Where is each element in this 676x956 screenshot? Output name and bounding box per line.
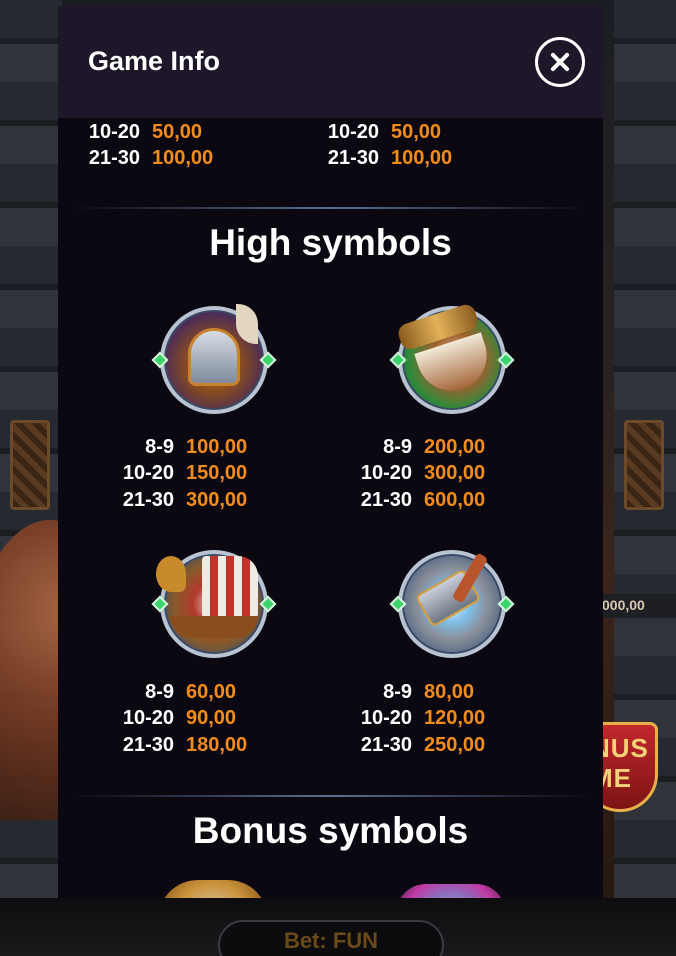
pay-value: 60,00 <box>186 681 237 703</box>
pay-row: 8-9 100,00 <box>102 436 247 462</box>
pay-value: 90,00 <box>186 707 237 729</box>
pay-count: 10-20 <box>360 462 412 484</box>
bonus-coin-icon <box>158 880 268 898</box>
pay-value: 200,00 <box>424 436 486 458</box>
rune-carving <box>624 420 664 510</box>
pay-count: 21-30 <box>360 489 412 511</box>
game-info-modal: Game Info 10-20 50,00 21-30 100,00 10-20… <box>58 6 603 898</box>
pay-count: 8-9 <box>145 436 174 458</box>
pay-value: 150,00 <box>186 462 248 484</box>
bonus-gem-icon <box>396 884 506 898</box>
pay-row: 8-9 60,00 <box>102 681 236 707</box>
pay-row: 21-30 300,00 <box>102 489 247 515</box>
pay-row: 10-20 300,00 <box>340 462 485 488</box>
bet-button[interactable]: Bet: FUN <box>218 920 444 956</box>
jackpot-meter: 000,00 <box>596 594 676 618</box>
pay-count: 8-9 <box>145 681 174 703</box>
rune-carving <box>10 420 50 510</box>
modal-scroll-content[interactable]: 10-20 50,00 21-30 100,00 10-20 50,00 21-… <box>58 118 603 898</box>
pay-value: 120,00 <box>424 707 486 729</box>
section-divider <box>72 795 589 797</box>
pay-count: 21-30 <box>122 734 174 756</box>
pay-value: 100,00 <box>391 147 453 169</box>
pay-row: 21-30 250,00 <box>340 734 485 760</box>
pay-row: 8-9 80,00 <box>340 681 474 707</box>
pay-count: 21-30 <box>88 147 140 169</box>
pay-value: 100,00 <box>186 436 248 458</box>
pay-value: 100,00 <box>152 147 214 169</box>
close-button[interactable] <box>535 37 585 87</box>
war-hammer-icon <box>389 542 515 666</box>
pay-value: 50,00 <box>391 121 442 143</box>
pay-row: 10-20 120,00 <box>340 707 485 733</box>
pay-value: 50,00 <box>152 121 203 143</box>
pay-count: 10-20 <box>360 707 412 729</box>
pay-value: 600,00 <box>424 489 486 511</box>
modal-header: Game Info <box>58 6 603 118</box>
pay-row: 10-20 50,00 <box>307 121 441 147</box>
pay-row: 8-9 200,00 <box>340 436 485 462</box>
viking-helmet-icon <box>151 298 277 422</box>
pay-count: 10-20 <box>327 121 379 143</box>
sail-shape <box>202 556 258 618</box>
pay-value: 300,00 <box>424 462 486 484</box>
pay-count: 8-9 <box>383 681 412 703</box>
helmet-shape <box>188 328 240 386</box>
pay-count: 10-20 <box>88 121 140 143</box>
section-divider <box>72 207 589 209</box>
pay-row: 10-20 150,00 <box>102 462 247 488</box>
bet-label: Bet: FUN <box>283 928 379 953</box>
dragon-head-shape <box>156 556 186 592</box>
pay-row: 21-30 100,00 <box>307 147 452 173</box>
pay-count: 10-20 <box>122 707 174 729</box>
high-symbols-heading: High symbols <box>209 222 452 263</box>
pay-row: 21-30 600,00 <box>340 489 485 515</box>
pay-count: 10-20 <box>122 462 174 484</box>
pay-row: 10-20 50,00 <box>68 121 202 147</box>
pay-row: 21-30 100,00 <box>68 147 213 173</box>
pay-value: 80,00 <box>424 681 475 703</box>
pay-value: 300,00 <box>186 489 248 511</box>
pay-row: 21-30 180,00 <box>102 734 247 760</box>
bonus-symbols-heading: Bonus symbols <box>192 810 469 851</box>
drinking-horn-icon <box>389 298 515 422</box>
pay-count: 21-30 <box>360 734 412 756</box>
hull-shape <box>170 616 258 638</box>
pay-value: 250,00 <box>424 734 486 756</box>
pay-count: 8-9 <box>383 436 412 458</box>
pay-row: 10-20 90,00 <box>102 707 236 733</box>
modal-title: Game Info <box>88 46 221 76</box>
pay-value: 180,00 <box>186 734 248 756</box>
viking-ship-icon <box>151 542 277 666</box>
pay-count: 21-30 <box>122 489 174 511</box>
pay-count: 21-30 <box>327 147 379 169</box>
